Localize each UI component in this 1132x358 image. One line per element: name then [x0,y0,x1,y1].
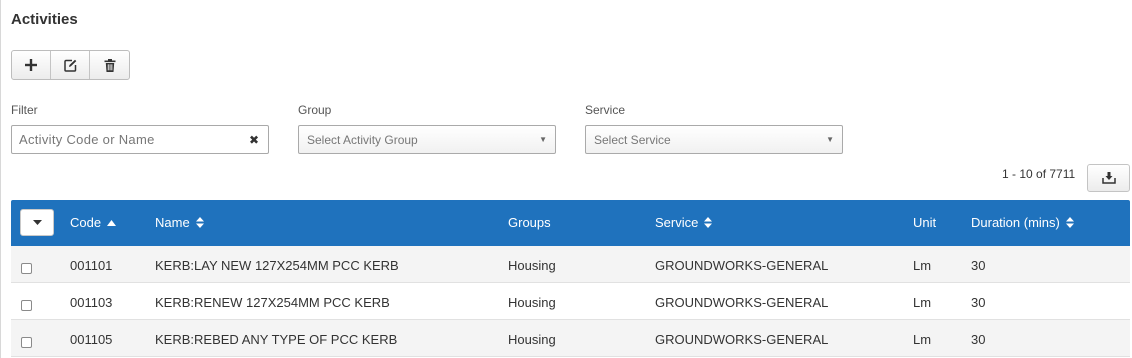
chevron-down-icon: ▼ [539,135,547,144]
row-checkbox[interactable] [21,300,32,311]
cell-groups: Housing [508,332,556,347]
table-row[interactable]: 001101 KERB:LAY NEW 127X254MM PCC KERB H… [11,246,1130,283]
caret-down-icon [32,220,42,225]
cell-name: KERB:LAY NEW 127X254MM PCC KERB [155,258,399,273]
cell-duration: 30 [971,332,986,347]
column-header-groups: Groups [508,215,551,230]
cell-code: 001103 [70,295,113,310]
sort-icon [1065,217,1074,228]
plus-icon [25,59,37,71]
row-checkbox[interactable] [21,337,32,348]
page-title: Activities [11,11,78,28]
left-border [0,0,1,358]
cell-service: GROUNDWORKS-GENERAL [655,332,829,347]
clear-filter-icon[interactable]: ✖ [249,133,259,147]
export-button[interactable] [1087,164,1130,192]
cell-unit: Lm [913,258,932,273]
download-icon [1101,172,1116,184]
filter-field: ✖ [11,125,269,154]
edit-button[interactable] [51,51,90,79]
service-label: Service [585,103,626,117]
filter-label: Filter [11,103,38,117]
group-select[interactable]: Select Activity Group ▼ [298,125,556,154]
table-row[interactable]: 001103 KERB:RENEW 127X254MM PCC KERB Hou… [11,283,1130,320]
cell-unit: Lm [913,332,932,347]
edit-icon [63,59,76,72]
sort-icon [704,217,713,228]
cell-code: 001105 [70,332,113,347]
table-header: Code Name Groups Service Unit Duration (… [11,200,1130,246]
filter-input[interactable] [12,126,232,153]
cell-name: KERB:REBED ANY TYPE OF PCC KERB [155,332,398,347]
delete-button[interactable] [90,51,129,79]
cell-service: GROUNDWORKS-GENERAL [655,295,829,310]
column-header-service[interactable]: Service [655,215,713,230]
column-header-code[interactable]: Code [70,215,117,230]
cell-name: KERB:RENEW 127X254MM PCC KERB [155,295,390,310]
action-toolbar [11,50,130,80]
sort-asc-icon [107,219,117,226]
column-header-unit: Unit [913,215,937,230]
row-checkbox[interactable] [21,263,32,274]
activities-table: Code Name Groups Service Unit Duration (… [11,200,1130,357]
column-menu-button[interactable] [20,209,54,236]
table-row[interactable]: 001105 KERB:REBED ANY TYPE OF PCC KERB H… [11,320,1130,357]
cell-service: GROUNDWORKS-GENERAL [655,258,829,273]
column-header-name[interactable]: Name [155,215,204,230]
pagination-summary: 1 - 10 of 7711 [1002,167,1076,181]
chevron-down-icon: ▼ [826,135,834,144]
sort-icon [195,217,204,228]
trash-icon [104,58,115,72]
cell-groups: Housing [508,258,556,273]
group-select-placeholder: Select Activity Group [307,133,418,147]
add-button[interactable] [12,51,51,79]
cell-duration: 30 [971,258,986,273]
cell-duration: 30 [971,295,986,310]
cell-groups: Housing [508,295,556,310]
cell-code: 001101 [70,258,113,273]
group-label: Group [298,103,332,117]
cell-unit: Lm [913,295,932,310]
service-select[interactable]: Select Service ▼ [585,125,843,154]
column-header-duration[interactable]: Duration (mins) [971,215,1074,230]
service-select-placeholder: Select Service [594,133,671,147]
